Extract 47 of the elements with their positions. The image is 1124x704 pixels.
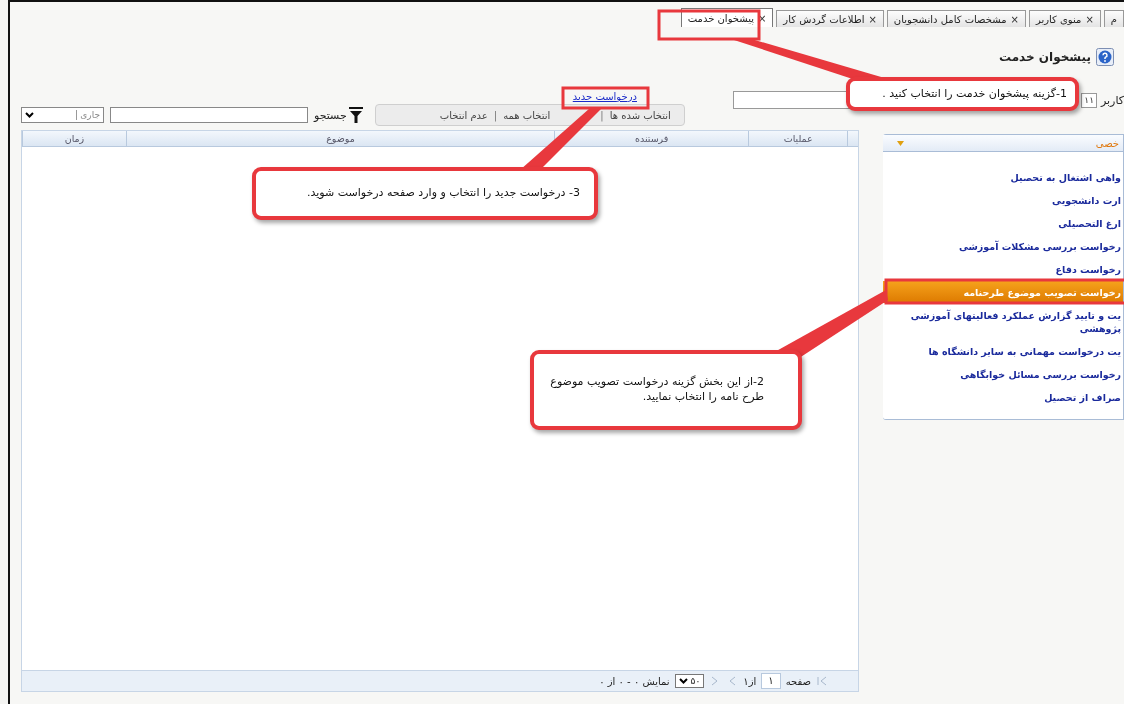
callout-note: 1-گزینه پیشخوان خدمت را انتخاب کنید . [846,77,1079,111]
field-label: کاربر [1100,93,1124,107]
separator: | [492,109,499,121]
chevron-down-icon [678,678,688,684]
sidebar-item[interactable]: رخواست دفاع [883,258,1123,280]
tab[interactable]: × منوی کاربر [1028,10,1101,27]
page-title: پیشخوان خدمت [998,50,1091,64]
callout-note: 2-از این بخش گزینه درخواست تصویب موضوع طرح نامه را انتخاب نمایید. [530,350,802,430]
sidebar-item[interactable]: ارت دانشجویی [883,189,1123,211]
tab[interactable]: × اطلاعات گردش کار [776,10,884,27]
help-icon[interactable] [1096,48,1114,66]
separator: | [599,109,605,121]
callout-note: 3- درخواست جدید را انتخاب و وارد صفحه درخواست شوید. [252,167,598,220]
new-request-link[interactable]: درخواست جدید [572,91,637,102]
chevron-down-icon [25,112,34,118]
page-size-dropdown[interactable]: ۵۰ [674,674,705,688]
close-icon[interactable]: × [757,12,767,24]
count-field[interactable]: ۱۱ [1081,92,1097,108]
sidebar-item[interactable]: یت و تایید گزارش عملکرد فعالیتهای آموزشی پژوهشی [883,304,1123,339]
sidebar-item[interactable]: واهی اشتغال به تحصیل [883,166,1123,188]
column-header: زمان [22,131,126,146]
page-count: از۱ [743,675,757,687]
sidebar-item[interactable]: ارغ التحصیلی [883,212,1123,234]
sidebar-item[interactable]: صراف از تحصیل [883,386,1123,408]
sidebar-item[interactable]: رخواست بررسی مسائل خوابگاهی [883,363,1123,385]
close-icon[interactable]: × [868,13,877,25]
page-label: صفحه [785,675,811,687]
filter-icon [348,107,363,123]
status-dropdown[interactable]: جاری [21,107,104,123]
user-input-field[interactable] [733,91,851,109]
tab[interactable]: × مشخصات کامل دانشجویان [886,10,1026,27]
page-input[interactable]: ۱ [761,673,781,689]
record-summary: نمایش ۰ - ۰ از ۰ [599,675,670,687]
select-none-link[interactable]: عدم انتخاب [436,109,491,121]
sidebar-item[interactable]: یت درخواست مهمانی به سایر دانشگاه ها [883,340,1123,362]
close-icon[interactable]: × [1010,13,1019,25]
column-header: عملیات [748,131,848,146]
close-icon[interactable]: × [1085,13,1094,25]
search-button[interactable]: جستجو [314,107,363,123]
first-page-icon[interactable] [816,675,828,687]
tab[interactable]: م [1103,10,1124,27]
search-input[interactable] [110,107,308,123]
caret-icon[interactable] [897,140,904,146]
sidebar-title: خصی [1095,137,1119,149]
select-all-link[interactable]: انتخاب همه [500,109,554,121]
sidebar-item[interactable]: رخواست بررسی مشکلات آموزشی [883,235,1123,257]
selected-items-link[interactable]: انتخاب شده ها [606,109,674,121]
